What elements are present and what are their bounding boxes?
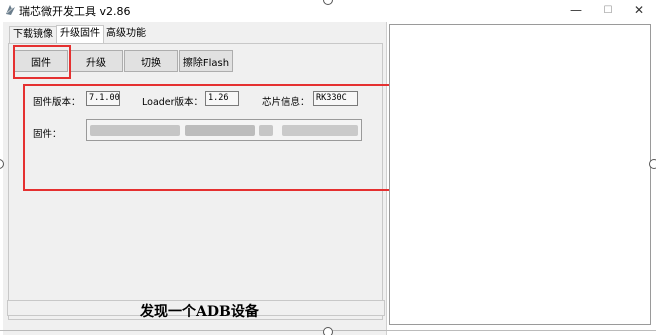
highlight-box-info (23, 84, 407, 191)
window-title: 瑞芯微开发工具 v2.86 (19, 5, 131, 18)
minimize-icon: — (570, 3, 582, 17)
upgrade-button[interactable]: 升级 (69, 50, 123, 72)
highlight-box-firmware (13, 45, 71, 79)
tab-advanced[interactable]: 高级功能 (103, 26, 149, 43)
app-icon (6, 5, 15, 15)
resize-handle-right[interactable] (649, 159, 656, 169)
log-panel (389, 24, 651, 325)
erase-flash-button[interactable]: 擦除Flash (179, 50, 233, 72)
switch-button[interactable]: 切换 (124, 50, 178, 72)
tab-bar: 下载镜像 升级固件 高级功能 (9, 25, 149, 43)
maximize-button[interactable]: ☐ (593, 0, 623, 20)
tab-upgrade-firmware[interactable]: 升级固件 (56, 25, 104, 43)
minimize-button[interactable]: — (561, 0, 591, 20)
resize-handle-bottom[interactable] (323, 327, 333, 335)
close-button[interactable]: ✕ (624, 0, 654, 20)
close-icon: ✕ (633, 3, 645, 17)
status-message: 发现一个ADB设备 (140, 304, 259, 320)
tab-download-image[interactable]: 下载镜像 (9, 26, 57, 43)
maximize-icon: ☐ (603, 4, 613, 16)
